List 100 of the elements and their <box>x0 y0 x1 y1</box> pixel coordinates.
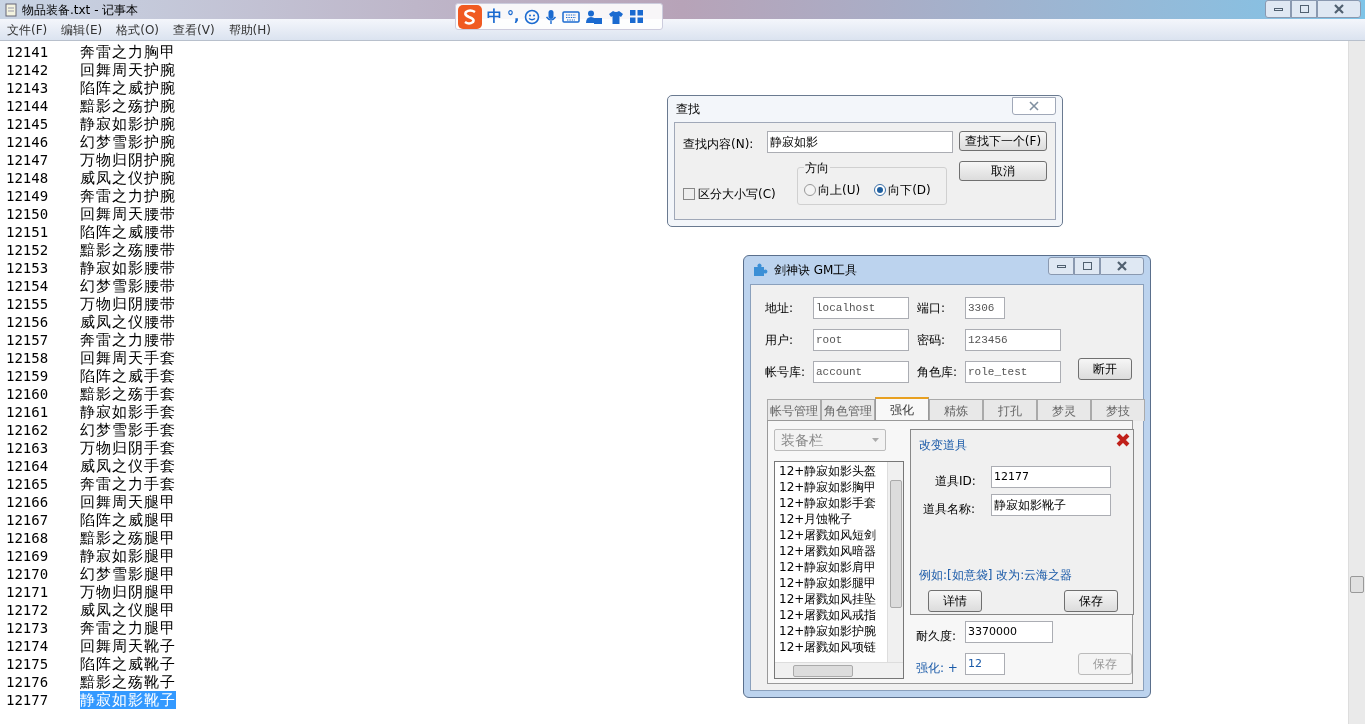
find-next-button[interactable]: 查找下一个(F) <box>959 131 1047 151</box>
menu-item[interactable]: 查看(V) <box>166 20 222 39</box>
details-button[interactable]: 详情 <box>928 590 982 612</box>
menu-item[interactable]: 编辑(E) <box>54 20 110 39</box>
line-text: 万物归阴腰带 <box>80 295 176 313</box>
input-field[interactable]: role_test <box>965 361 1061 383</box>
list-item[interactable]: 12+屠戮如风挂坠 <box>779 591 877 607</box>
line-text: 幻梦雪影手套 <box>80 421 176 439</box>
save-button[interactable]: 保存 <box>1064 590 1118 612</box>
menu-item[interactable]: 帮助(H) <box>221 20 278 39</box>
minimize-button[interactable] <box>1048 257 1074 275</box>
radio-button[interactable] <box>874 184 887 196</box>
find-field[interactable]: 静寂如影 <box>767 131 953 153</box>
smiley-icon[interactable] <box>524 8 541 25</box>
cancel-button[interactable]: 取消 <box>959 161 1047 181</box>
restore-button[interactable] <box>1074 257 1100 275</box>
shirt-icon[interactable] <box>608 8 625 25</box>
list-item[interactable]: 12+静寂如影头盔 <box>779 463 877 479</box>
line-text: 奔雷之力腰带 <box>80 331 176 349</box>
menu-item[interactable]: 格式(O) <box>109 20 167 39</box>
field-label: 耐久度: <box>916 628 957 645</box>
line-number: 12143 <box>5 78 50 98</box>
list-item[interactable]: 12+静寂如影护腕 <box>779 623 877 639</box>
window-title: 剑神诀 GM工具 <box>774 262 859 279</box>
microphone-icon[interactable] <box>545 8 558 25</box>
input-field[interactable]: 123456 <box>965 329 1061 351</box>
line-text: 威凤之仪腰带 <box>80 313 176 331</box>
line-text: 黯影之殇手套 <box>80 385 176 403</box>
tab[interactable]: 梦技 <box>1091 399 1145 421</box>
keyboard-icon[interactable] <box>562 9 581 24</box>
list-item[interactable]: 12+屠戮如风项链 <box>779 639 877 655</box>
list-item[interactable]: 12+屠戮如风短剑 <box>779 527 877 543</box>
tab[interactable]: 打孔 <box>983 399 1037 421</box>
vertical-scrollbar[interactable] <box>1348 41 1365 724</box>
tab[interactable]: 帐号管理 <box>767 399 821 421</box>
close-button[interactable] <box>1317 0 1361 18</box>
input-field[interactable]: account <box>813 361 909 383</box>
list-item[interactable]: 12+静寂如影腿甲 <box>779 575 877 591</box>
field-label: 用户: <box>765 332 795 349</box>
match-case-label: 区分大小写(C) <box>698 186 776 203</box>
tab[interactable]: 角色管理 <box>821 399 875 421</box>
close-icon <box>1116 261 1128 271</box>
restore-button[interactable] <box>1291 0 1317 18</box>
line-text: 幻梦雪影护腕 <box>80 133 176 151</box>
list-item[interactable]: 12+屠戮如风暗器 <box>779 543 877 559</box>
list-item[interactable]: 12+静寂如影肩甲 <box>779 559 877 575</box>
line-number: 12142 <box>5 60 50 80</box>
checkbox[interactable] <box>683 188 695 200</box>
line-number: 12173 <box>5 618 50 638</box>
close-icon[interactable] <box>1115 432 1131 448</box>
line-number: 12176 <box>5 672 50 692</box>
line-text: 万物归阴手套 <box>80 439 176 457</box>
menu-item[interactable]: 文件(F) <box>0 20 55 39</box>
input-field[interactable]: 12 <box>965 653 1005 675</box>
input-field[interactable]: 3370000 <box>965 621 1053 643</box>
input-field[interactable]: root <box>813 329 909 351</box>
line-text: 奔雷之力胸甲 <box>80 43 176 61</box>
input-field[interactable]: 12177 <box>991 466 1111 488</box>
line-number: 12177 <box>5 690 50 710</box>
disconnect-button[interactable]: 断开 <box>1078 358 1132 380</box>
line-number: 12144 <box>5 96 50 116</box>
line-number: 12162 <box>5 420 50 440</box>
input-field[interactable]: 静寂如影靴子 <box>991 494 1111 516</box>
line-number: 12163 <box>5 438 50 458</box>
line-number: 12159 <box>5 366 50 386</box>
close-button[interactable] <box>1100 257 1144 275</box>
ime-mode[interactable]: 中 <box>487 5 502 28</box>
line-number: 12170 <box>5 564 50 584</box>
line-text: 威凤之仪护腕 <box>80 169 176 187</box>
vertical-scrollbar[interactable] <box>887 462 903 662</box>
list-item[interactable]: 12+静寂如影手套 <box>779 495 877 511</box>
line-number: 12171 <box>5 582 50 602</box>
radio-button[interactable] <box>804 184 816 196</box>
user-icon[interactable] <box>585 8 604 25</box>
list-item[interactable]: 12+月蚀靴子 <box>779 511 877 527</box>
horizontal-scrollbar[interactable] <box>775 662 903 678</box>
field-label: 强化: + <box>916 660 958 677</box>
line-number: 12148 <box>5 168 50 188</box>
line-number: 12146 <box>5 132 50 152</box>
ime-punctuation[interactable]: °, <box>507 6 520 27</box>
list-item[interactable]: 12+屠戮如风戒指 <box>779 607 877 623</box>
line-text: 回舞周天腿甲 <box>80 493 176 511</box>
line-number: 12160 <box>5 384 50 404</box>
input-field[interactable]: 3306 <box>965 297 1005 319</box>
line-number: 12147 <box>5 150 50 170</box>
input-field[interactable]: localhost <box>813 297 909 319</box>
line-text: 静寂如影腿甲 <box>80 547 176 565</box>
tab[interactable]: 精炼 <box>929 399 983 421</box>
grid-icon[interactable] <box>629 9 645 24</box>
notepad-icon <box>4 2 18 17</box>
list-item[interactable]: 12+静寂如影胸甲 <box>779 479 877 495</box>
minimize-button[interactable] <box>1265 0 1291 18</box>
line-number: 12172 <box>5 600 50 620</box>
line-text: 黯影之殇腰带 <box>80 241 176 259</box>
line-number: 12169 <box>5 546 50 566</box>
tab[interactable]: 强化 <box>875 397 929 421</box>
radio-label: 向下(D) <box>888 182 931 199</box>
line-text: 陷阵之威护腕 <box>80 79 176 97</box>
line-text: 回舞周天手套 <box>80 349 176 367</box>
tab[interactable]: 梦灵 <box>1037 399 1091 421</box>
